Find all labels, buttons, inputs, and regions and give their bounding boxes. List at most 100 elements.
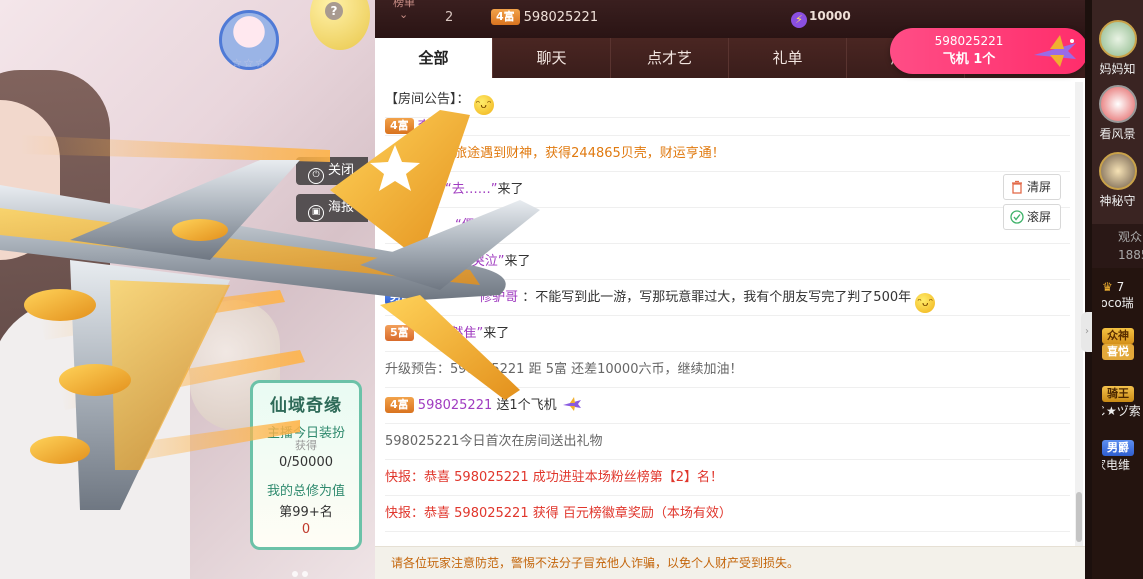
list-item: 【房间公告】： ᵔᴗᵔ [385,82,1070,118]
anchor-avatar[interactable]: ☆☆☆ [217,10,281,88]
fan-rank-item[interactable]: 骑王 じ★ヅ索 [1102,386,1143,419]
guard-avatar [1098,85,1137,123]
rank-position: 2 [445,10,454,25]
event-rank: 第99+名 [279,505,333,520]
upgrade-notice: 升级预告：598025221 距 5富 还差10000六币，继续加油！ [385,362,743,377]
anchor-stars: ☆☆☆ [231,56,267,70]
message-text: 来了 [494,218,521,233]
event-my-value: 0 [301,522,311,537]
gift-notification[interactable]: 598025221 飞机 1个 [890,28,1088,74]
guard-avatar [1098,20,1137,58]
sidebar-item-label: 妈妈知 [1099,62,1136,76]
list-item: “偶得”来了 [385,208,1070,244]
chevron-down-icon[interactable]: ⌄ [399,8,408,21]
news-username[interactable]: 598025221 [454,470,528,485]
fan-name: Coco瑞 [1102,296,1134,310]
laugh-emoji-icon: ᵔᴗᵔ [915,293,936,313]
tab-chat[interactable]: 聊天 [493,38,611,78]
message-username[interactable]: “偶得” [455,218,494,233]
wealth-badge: 4富 [385,118,414,134]
message-username[interactable]: 李红HB [418,119,463,134]
sidebar-item-guard3[interactable]: 神秘守 [1092,152,1143,209]
fan-rank-list[interactable]: ♛ 7 Coco瑞 众神 喜悦 骑王 じ★ヅ索 男爵 家电维 [1092,268,1143,579]
carousel-dots[interactable] [292,562,322,577]
news-username[interactable]: 598025221 [454,506,528,521]
clear-screen-button[interactable]: 清屏 [1003,174,1061,200]
check-circle-icon [1010,210,1024,224]
viewer-count: 观众 1885 [1092,224,1143,268]
list-item: “哭泣”来了 [385,244,1070,280]
scroll-screen-label: 滚屏 [1027,210,1052,224]
poster-button[interactable]: ▣ 海报 [296,194,368,222]
message-text: 来了 [497,182,524,197]
list-item: 598025221今日首次在房间送出礼物 [385,424,1070,460]
list-item: “去……”来了 [385,172,1070,208]
video-stream[interactable]: ☆☆☆ ? ⏻ 关闭 ▣ 海报 仙域奇缘 主播今日装扮 获得 0/50000 我的总… [0,0,375,579]
tab-all[interactable]: 全部 [375,38,493,78]
fan-rank-item[interactable]: 男爵 家电维 [1102,440,1143,473]
event-line2: 获得 [295,439,317,452]
message-username[interactable]: 598025221 [418,398,492,413]
help-icon[interactable]: ? [325,2,343,20]
fan-name: 家电维 [1102,458,1131,472]
message-username[interactable]: “伴突然隹” [418,326,483,341]
first-gift-notice: 598025221今日首次在房间送出礼物 [385,434,603,449]
news-prefix: 快报：恭喜 [385,470,451,485]
plane-gift-icon [1034,35,1076,67]
close-video-label: 关闭 [328,163,355,178]
lightning-icon: ⚡ [791,12,807,28]
message-text: 来了 [483,326,510,341]
guard-avatar [1098,152,1137,190]
message-text: 来了 [504,254,531,269]
sidebar-item-label: 神秘守 [1099,194,1136,208]
poster-icon: ▣ [308,205,324,221]
fan-rank-number: 7 [1116,280,1125,294]
message-list[interactable]: 【房间公告】： ᵔᴗᵔ 4富 李红HB 小雨 蓝能在旅途遇到财神，获得24486… [385,82,1070,542]
event-progress: 0/50000 [278,455,333,470]
fan-rank-item[interactable]: ♛ 7 Coco瑞 [1102,280,1143,311]
wealth-badge: 4富 [385,397,414,413]
list-item: 快报：恭喜 598025221 获得 百元榜徽章奖励（本场有效） [385,496,1070,532]
list-item: 男爵 修驴哥 ：不能写到此一游，写那玩意罪过大，我有个朋友写完了判了500年 ᵔ… [385,280,1070,316]
scrollbar-thumb[interactable] [1076,492,1082,542]
rank-score-value: 10000 [809,9,851,23]
rank-user-name: 598025221 [523,10,599,25]
list-item: 5富 “伴突然隹”来了 [385,316,1070,352]
event-card[interactable]: 仙域奇缘 主播今日装扮 获得 0/50000 我的总修为值 第99+名 0 [250,380,362,550]
message-text: 蓝能在旅途遇到财神，获得244865贝壳，财运亨通！ [415,146,725,161]
rank-crown-icon: ♛ [1102,280,1113,294]
sidebar-item-label: 看风景 [1099,127,1136,141]
message-username[interactable]: 修驴哥 [479,290,518,305]
tab-talent[interactable]: 点才艺 [611,38,729,78]
news-text: 获得 百元榜徽章奖励（本场有效） [532,506,732,521]
fan-name: じ★ヅ索 [1102,404,1141,418]
message-username[interactable]: “哭泣” [465,254,504,269]
tab-gift-list[interactable]: 礼单 [729,38,847,78]
list-item: 4富 598025221 送1个飞机 [385,388,1070,424]
message-username[interactable]: “去……” [445,182,497,197]
sidebar-item-guard1[interactable]: 妈妈知 [1092,20,1143,77]
message-username[interactable]: 小雨 [385,146,411,161]
wealth-badge: 4富 [491,9,520,25]
viewers-number: 1885 [1118,248,1143,262]
scroll-screen-button[interactable]: 滚屏 [1003,204,1061,230]
dot-2[interactable] [302,571,308,577]
chat-panel: 全部 聊天 点才艺 礼单 广播 【房间公告】： ᵔᴗᵔ 4富 李红HB 小雨 蓝… [375,38,1085,579]
viewers-label: 观众 [1118,230,1143,244]
list-item: 升级预告：598025221 距 5富 还差10000六币，继续加油！ [385,352,1070,388]
dot-1[interactable] [292,571,298,577]
power-icon: ⏻ [308,168,324,184]
sidebar-item-guard2[interactable]: 看风景 [1092,85,1143,142]
rank-user[interactable]: 4富 598025221 [491,9,598,25]
streamer-shirt [0,300,190,579]
event-line3: 我的总修为值 [266,484,345,499]
poster-label: 海报 [328,200,355,215]
close-video-button[interactable]: ⏻ 关闭 [296,157,368,185]
rank-score: ⚡ 10000 [791,9,851,28]
announcement-label: 【房间公告】： [385,92,470,107]
king-badge: 骑王 [1102,386,1134,402]
god-badge: 众神 [1102,328,1134,344]
fan-rank-item[interactable]: 众神 喜悦 [1102,328,1143,360]
noble-badge: 男爵 [385,289,417,305]
noble-badge: 男爵 [1102,440,1134,456]
